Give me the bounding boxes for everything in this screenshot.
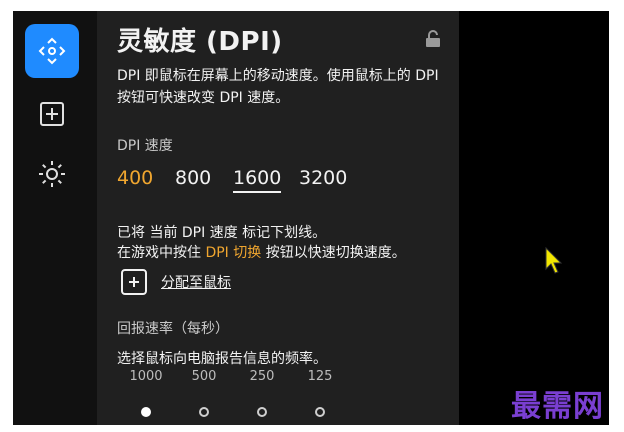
dpi-option-1600[interactable]: 1600: [233, 167, 295, 193]
assign-to-mouse-button[interactable]: 分配至鼠标: [121, 269, 231, 295]
report-rate-1000: 1000: [129, 369, 163, 384]
dpi-shift-highlight: DPI 切换: [205, 245, 262, 261]
page-title: 灵敏度 (DPI): [117, 27, 283, 57]
report-rate-radio-250[interactable]: [257, 407, 267, 417]
sidebar-item-lighting[interactable]: [25, 154, 79, 194]
watermark: 最需网: [511, 389, 604, 424]
dpi-option-400[interactable]: 400: [117, 167, 171, 189]
lock-icon[interactable]: [425, 30, 441, 52]
report-rate-label: 回报速率（每秒）: [117, 321, 229, 337]
report-rate-250: 250: [249, 369, 275, 384]
plus-square-icon: [40, 102, 64, 126]
dpi-note-line2: 在游戏中按住 DPI 切换 按钮以快速切换速度。: [117, 245, 406, 261]
move-arrows-icon: [38, 37, 66, 65]
dpi-settings-panel: 灵敏度 (DPI) DPI 即鼠标在屏幕上的移动速度。使用鼠标上的 DPI 按钮…: [97, 11, 459, 425]
dpi-speed-options: 400 800 1600 3200: [117, 167, 357, 193]
report-rate-125: 125: [307, 369, 333, 384]
assign-to-mouse-link[interactable]: 分配至鼠标: [161, 272, 231, 292]
sidebar-item-pointer-settings[interactable]: [25, 24, 79, 78]
report-rate-radio-125[interactable]: [315, 407, 325, 417]
dpi-option-800[interactable]: 800: [175, 167, 229, 189]
sidebar-item-buttons[interactable]: [25, 94, 79, 134]
report-rate-description: 选择鼠标向电脑报告信息的频率。: [117, 351, 327, 367]
report-rate-500: 500: [191, 369, 217, 384]
dpi-speed-label: DPI 速度: [117, 138, 173, 154]
sun-gear-icon: [39, 161, 65, 187]
report-rate-radio-1000[interactable]: [141, 407, 151, 417]
mouse-cursor-icon: [545, 246, 565, 279]
report-rate-radio-500[interactable]: [199, 407, 209, 417]
dpi-option-3200[interactable]: 3200: [299, 167, 353, 189]
dpi-description: DPI 即鼠标在屏幕上的移动速度。使用鼠标上的 DPI 按钮可快速改变 DPI …: [117, 68, 439, 106]
dpi-note-line1: 已将 当前 DPI 速度 标记下划线。: [117, 225, 327, 241]
plus-icon: [121, 269, 147, 295]
